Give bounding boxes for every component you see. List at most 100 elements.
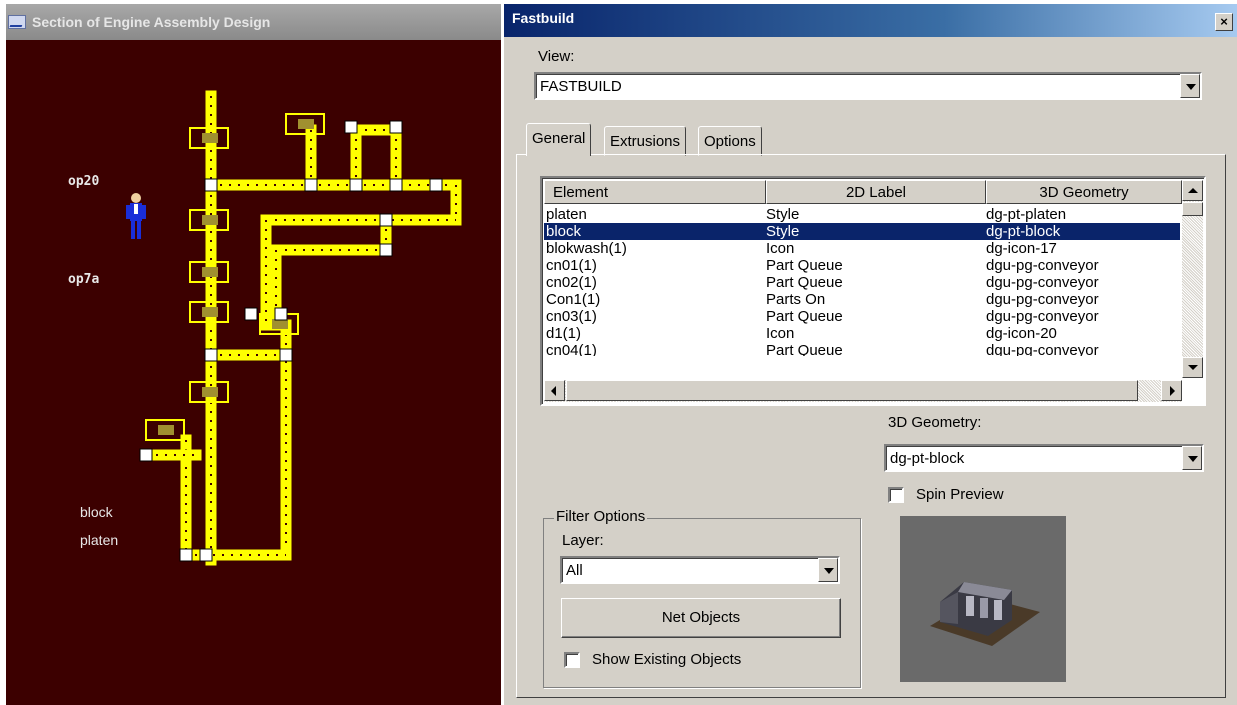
geometry-select[interactable]: dg-pt-block: [884, 444, 1204, 472]
net-objects-button[interactable]: Net Objects: [561, 598, 841, 638]
chevron-down-icon[interactable]: [1180, 74, 1200, 98]
column-header-3d-geometry[interactable]: 3D Geometry: [986, 180, 1182, 204]
scroll-left-icon[interactable]: [544, 380, 565, 401]
engine-block-preview-icon: [930, 582, 1040, 646]
cell-3d-geometry: dg-icon-17: [986, 240, 1057, 257]
station-icon: [202, 133, 218, 143]
scroll-thumb[interactable]: [566, 380, 1138, 401]
view-label: View:: [538, 48, 575, 65]
layer-select-value: All: [566, 562, 583, 579]
cell-2d-label: Style: [766, 223, 800, 240]
spin-preview-label[interactable]: Spin Preview: [916, 486, 1004, 503]
filter-options-legend: Filter Options: [554, 508, 648, 525]
chevron-down-icon[interactable]: [818, 558, 838, 582]
layout-window-title: Section of Engine Assembly Design: [32, 14, 271, 30]
layout-window-titlebar[interactable]: Section of Engine Assembly Design: [6, 4, 501, 40]
cell-3d-geometry: dg-pt-platen: [986, 206, 1067, 223]
cell-3d-geometry: dgu-pg-conveyor: [986, 257, 1099, 274]
geometry-select-value: dg-pt-block: [890, 450, 965, 467]
cell-2d-label: Part Queue: [766, 257, 843, 274]
show-existing-objects-label[interactable]: Show Existing Objects: [592, 651, 741, 668]
cell-2d-label: Part Queue: [766, 274, 843, 291]
cell-2d-label: Style: [766, 206, 800, 223]
vertical-scrollbar[interactable]: [1182, 180, 1203, 378]
cell-element: cn03(1): [546, 308, 597, 325]
conveyor-node[interactable]: [379, 243, 393, 257]
conveyor-node[interactable]: [429, 178, 443, 192]
conveyor-node[interactable]: [204, 178, 218, 192]
conveyor-node[interactable]: [244, 307, 258, 321]
conveyor-node[interactable]: [344, 120, 358, 134]
tab-extrusions[interactable]: Extrusions: [604, 126, 687, 156]
conveyor-node[interactable]: [204, 348, 218, 362]
conveyor-node[interactable]: [379, 213, 393, 227]
cell-element: cn04(1): [546, 342, 597, 356]
conveyor-node[interactable]: [279, 348, 293, 362]
station-icon: [202, 267, 218, 277]
conveyor-network[interactable]: [150, 90, 462, 566]
3d-preview-viewport[interactable]: [900, 516, 1066, 682]
operator-figure[interactable]: [126, 193, 146, 239]
conveyor-node[interactable]: [179, 548, 193, 562]
conveyor-node[interactable]: [389, 178, 403, 192]
table-row[interactable]: Con1(1) Parts On dgu-pg-conveyor: [544, 291, 1180, 308]
conveyor-node[interactable]: [304, 178, 318, 192]
cell-3d-geometry: dg-pt-block: [986, 223, 1061, 240]
close-button[interactable]: ×: [1215, 13, 1233, 31]
chevron-down-icon[interactable]: [1182, 446, 1202, 470]
tab-options[interactable]: Options: [698, 126, 762, 156]
horizontal-scrollbar[interactable]: [544, 380, 1182, 402]
table-row[interactable]: cn04(1) Part Queue dgu-pg-conveyor: [544, 342, 1180, 356]
scroll-up-icon[interactable]: [1182, 180, 1203, 201]
tab-general[interactable]: General: [526, 123, 592, 156]
table-row[interactable]: platen Style dg-pt-platen: [544, 206, 1180, 223]
table-row[interactable]: block Style dg-pt-block: [544, 223, 1180, 240]
layout-canvas[interactable]: op20 op7a block platen: [6, 40, 501, 705]
cell-element: block: [546, 223, 582, 240]
conveyor-node[interactable]: [274, 307, 288, 321]
layer-select[interactable]: All: [560, 556, 840, 584]
view-select-value: FASTBUILD: [540, 78, 622, 95]
table-row[interactable]: cn03(1) Part Queue dgu-pg-conveyor: [544, 308, 1180, 325]
show-existing-objects-checkbox[interactable]: [564, 652, 580, 668]
label-block: block: [80, 504, 114, 520]
table-row[interactable]: cn01(1) Part Queue dgu-pg-conveyor: [544, 257, 1180, 274]
table-row[interactable]: blokwash(1) Icon dg-icon-17: [544, 240, 1180, 257]
label-op7a: op7a: [68, 272, 99, 287]
cell-3d-geometry: dgu-pg-conveyor: [986, 308, 1099, 325]
layout-window: Section of Engine Assembly Design op20 o…: [6, 4, 501, 705]
view-select[interactable]: FASTBUILD: [534, 72, 1202, 100]
dialog-title: Fastbuild: [512, 10, 575, 26]
station-icon: [202, 387, 218, 397]
column-header-element[interactable]: Element: [544, 180, 766, 204]
cell-element: platen: [546, 206, 587, 223]
station-icon: [202, 307, 218, 317]
cell-3d-geometry: dgu-pg-conveyor: [986, 291, 1099, 308]
conveyor-node[interactable]: [349, 178, 363, 192]
cell-2d-label: Part Queue: [766, 342, 843, 356]
element-list[interactable]: Element 2D Label 3D Geometry platen Style…: [540, 176, 1206, 406]
label-platen: platen: [80, 532, 118, 548]
cell-element: Con1(1): [546, 291, 601, 308]
scroll-right-icon[interactable]: [1161, 380, 1182, 401]
station-icon: [158, 425, 174, 435]
cell-element: cn01(1): [546, 257, 597, 274]
layer-label: Layer:: [562, 532, 604, 549]
cell-element: d1(1): [546, 325, 582, 342]
cell-3d-geometry: dg-icon-20: [986, 325, 1057, 342]
scroll-down-icon[interactable]: [1182, 357, 1203, 378]
scroll-thumb[interactable]: [1182, 202, 1203, 216]
dialog-titlebar[interactable]: Fastbuild: [504, 4, 1237, 37]
conveyor-node[interactable]: [199, 548, 213, 562]
column-header-2d-label[interactable]: 2D Label: [766, 180, 986, 204]
conveyor-node[interactable]: [139, 448, 153, 462]
conveyor-node[interactable]: [389, 120, 403, 134]
table-row[interactable]: d1(1) Icon dg-icon-20: [544, 325, 1180, 342]
station-icon: [202, 215, 218, 225]
spin-preview-checkbox[interactable]: [888, 487, 904, 503]
table-row[interactable]: cn02(1) Part Queue dgu-pg-conveyor: [544, 274, 1180, 291]
fastbuild-dialog: Fastbuild × View: FASTBUILD General Extr…: [502, 4, 1237, 705]
app-icon: [8, 15, 26, 29]
cell-2d-label: Icon: [766, 240, 795, 257]
cell-2d-label: Part Queue: [766, 308, 843, 325]
